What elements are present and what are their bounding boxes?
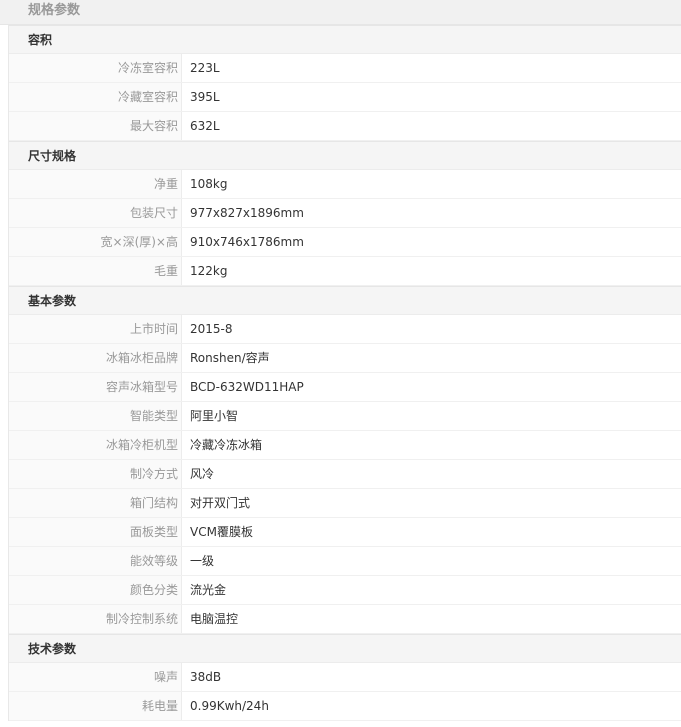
table-row: 耗电量 0.99Kwh/24h (9, 692, 681, 721)
row-label: 制冷方式 (9, 460, 182, 488)
row-value: 122kg (190, 264, 228, 278)
section-title-dimensions: 尺寸规格 (9, 141, 681, 170)
table-row: 净重 108kg (9, 170, 681, 199)
row-value: 632L (190, 119, 220, 133)
row-value: 流光金 (190, 583, 227, 597)
row-value: 910x746x1786mm (190, 235, 304, 249)
table-row: 冰箱冷柜机型 冷藏冷冻冰箱 (9, 431, 681, 460)
section-title-basic: 基本参数 (9, 286, 681, 315)
row-value: Ronshen/容声 (190, 351, 270, 365)
table-row: 颜色分类 流光金 (9, 576, 681, 605)
table-row: 面板类型 VCM覆膜板 (9, 518, 681, 547)
row-label: 噪声 (9, 663, 182, 691)
table-row: 制冷控制系统 电脑温控 (9, 605, 681, 634)
table-row: 冰箱冰柜品牌 Ronshen/容声 (9, 344, 681, 373)
table-row: 制冷方式 风冷 (9, 460, 681, 489)
row-label: 宽×深(厚)×高 (9, 228, 182, 256)
row-label: 容声冰箱型号 (9, 373, 182, 401)
row-value: 38dB (190, 670, 222, 684)
row-value: 一级 (190, 554, 215, 568)
section-title-volume: 容积 (9, 25, 681, 54)
row-value: 2015-8 (190, 322, 233, 336)
table-row: 上市时间 2015-8 (9, 315, 681, 344)
row-label: 冰箱冷柜机型 (9, 431, 182, 459)
row-label: 净重 (9, 170, 182, 198)
row-value: 电脑温控 (190, 612, 239, 626)
table-row: 能效等级 一级 (9, 547, 681, 576)
row-value: 阿里小智 (190, 409, 239, 423)
table-row: 包装尺寸 977x827x1896mm (9, 199, 681, 228)
row-label: 制冷控制系统 (9, 605, 182, 633)
table-row: 冷冻室容积 223L (9, 54, 681, 83)
row-value: 冷藏冷冻冰箱 (190, 438, 263, 452)
row-value: 0.99Kwh/24h (190, 699, 269, 713)
row-value: BCD-632WD11HAP (190, 380, 304, 394)
row-label: 毛重 (9, 257, 182, 285)
table-row: 智能类型 阿里小智 (9, 402, 681, 431)
row-label: 箱门结构 (9, 489, 182, 517)
section-title-technical: 技术参数 (9, 634, 681, 663)
table-row: 噪声 38dB (9, 663, 681, 692)
row-label: 包装尺寸 (9, 199, 182, 227)
row-label: 面板类型 (9, 518, 182, 546)
row-value: 108kg (190, 177, 228, 191)
page-title: 规格参数 (0, 0, 681, 25)
table-row: 容声冰箱型号 BCD-632WD11HAP (9, 373, 681, 402)
row-value: 223L (190, 61, 220, 75)
row-label: 智能类型 (9, 402, 182, 430)
table-row: 最大容积 632L (9, 112, 681, 141)
row-value: 对开双门式 (190, 496, 251, 510)
row-label: 耗电量 (9, 692, 182, 720)
row-value: 395L (190, 90, 220, 104)
table-row: 冷藏室容积 395L (9, 83, 681, 112)
row-label: 冰箱冰柜品牌 (9, 344, 182, 372)
spec-page: 规格参数 容积 冷冻室容积 223L 冷藏室容积 395L 最大容积 632L … (0, 0, 681, 721)
row-label: 最大容积 (9, 112, 182, 140)
row-label: 冷冻室容积 (9, 54, 182, 82)
row-label: 冷藏室容积 (9, 83, 182, 111)
row-label: 上市时间 (9, 315, 182, 343)
row-value: 977x827x1896mm (190, 206, 304, 220)
row-label: 颜色分类 (9, 576, 182, 604)
row-value: 风冷 (190, 467, 215, 481)
row-label: 能效等级 (9, 547, 182, 575)
row-value: VCM覆膜板 (190, 525, 253, 539)
table-row: 毛重 122kg (9, 257, 681, 286)
spec-table: 容积 冷冻室容积 223L 冷藏室容积 395L 最大容积 632L 尺寸规格 … (8, 25, 681, 721)
table-row: 宽×深(厚)×高 910x746x1786mm (9, 228, 681, 257)
table-row: 箱门结构 对开双门式 (9, 489, 681, 518)
